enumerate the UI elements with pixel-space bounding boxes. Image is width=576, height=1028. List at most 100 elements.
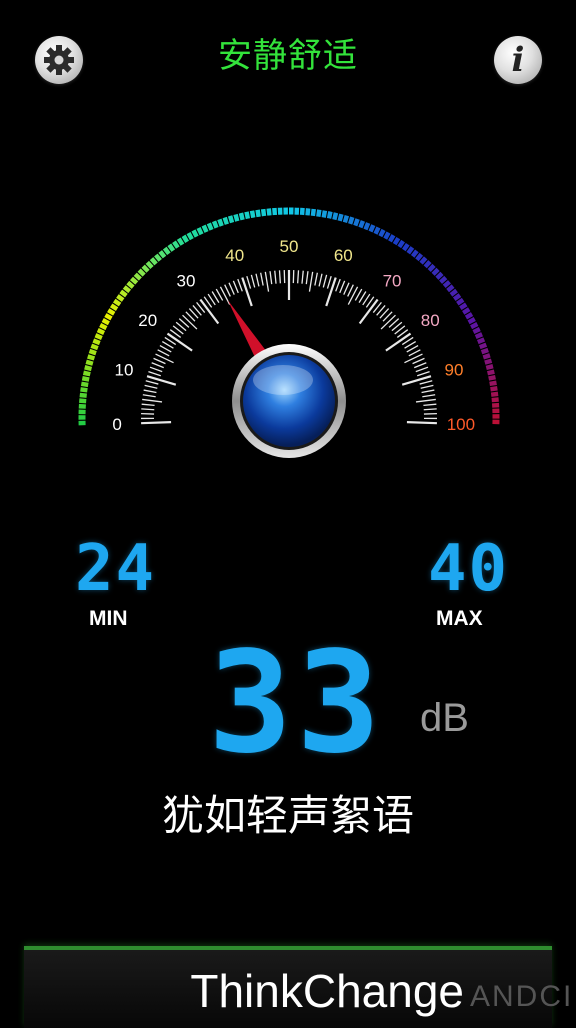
arc-segment <box>399 243 403 245</box>
arc-segment <box>438 274 441 277</box>
arc-segment <box>413 252 417 255</box>
arc-segment <box>152 260 155 263</box>
arc-segment <box>229 219 233 220</box>
arc-segment <box>129 283 132 286</box>
scale-label: 70 <box>383 271 402 290</box>
arc-segment <box>380 232 384 234</box>
header: 安静舒适 i <box>0 0 576 120</box>
minor-tick <box>145 385 158 388</box>
noise-description: 犹如轻声絮语 <box>0 782 576 843</box>
minor-tick <box>423 404 436 405</box>
arc-segment <box>113 305 115 309</box>
arc-segment <box>198 230 202 232</box>
arc-segment <box>161 253 165 256</box>
minor-tick <box>144 390 157 392</box>
minor-tick <box>413 358 425 363</box>
minor-tick <box>409 350 421 356</box>
minor-tick <box>225 285 231 297</box>
arc-segment <box>317 213 321 214</box>
arc-segment <box>426 263 429 266</box>
minor-tick <box>424 409 437 410</box>
scale-label: 50 <box>280 237 299 256</box>
scale-label: 100 <box>447 415 475 434</box>
minor-tick <box>142 404 155 405</box>
arc-segment <box>395 240 399 242</box>
minor-tick <box>416 367 428 371</box>
minor-tick <box>421 385 434 388</box>
arc-segment <box>459 300 462 304</box>
arc-segment <box>442 278 445 281</box>
arc-segment <box>250 214 254 215</box>
minor-tick <box>238 279 242 291</box>
minor-tick <box>348 287 357 305</box>
arc-segment <box>144 267 147 270</box>
arc-segment <box>116 301 118 305</box>
arc-segment <box>322 214 326 215</box>
arc-segment <box>148 263 151 266</box>
arc-segment <box>165 250 169 253</box>
max-label: MAX <box>436 607 483 631</box>
gauge-hub <box>232 344 346 458</box>
arc-segment <box>492 376 493 380</box>
major-tick <box>147 376 176 384</box>
minor-tick <box>381 315 395 329</box>
arc-segment <box>193 233 197 235</box>
brand-logo: ThinkChange <box>24 964 464 1018</box>
current-decibel-value: 33 <box>208 622 385 785</box>
scale-label: 30 <box>177 271 196 290</box>
arc-segment <box>90 355 91 359</box>
arc-segment <box>122 292 125 296</box>
arc-segment <box>489 365 490 369</box>
minor-tick <box>143 395 156 397</box>
arc-segment <box>480 339 482 343</box>
arc-segment <box>88 366 89 370</box>
minor-tick <box>414 363 426 368</box>
minor-tick <box>348 285 354 297</box>
major-tick <box>402 376 431 384</box>
arc-segment <box>183 238 187 240</box>
minor-tick <box>265 272 268 292</box>
minor-tick <box>261 273 263 286</box>
arc-segment <box>156 256 159 259</box>
arc-segment <box>465 309 467 313</box>
minor-tick <box>420 381 433 384</box>
arc-segment <box>338 217 342 218</box>
minor-tick <box>422 390 435 392</box>
arc-segment <box>365 225 369 227</box>
arc-segment <box>218 222 222 223</box>
arc-segment <box>349 220 353 221</box>
info-button[interactable]: i <box>494 36 542 84</box>
scale-label: 10 <box>115 360 134 379</box>
arc-segment <box>94 345 96 349</box>
minor-tick <box>154 358 166 363</box>
arc-segment <box>417 256 420 259</box>
arc-segment <box>174 243 178 245</box>
arc-segment <box>404 246 408 249</box>
arc-segment <box>445 282 448 285</box>
minor-tick <box>319 274 322 287</box>
minor-tick <box>302 271 303 284</box>
arc-segment <box>140 271 143 274</box>
arc-segment <box>188 235 192 237</box>
minor-tick <box>146 381 159 384</box>
minor-tick <box>344 283 349 295</box>
arc-segment <box>354 222 358 223</box>
minor-tick <box>275 271 276 284</box>
arc-segment <box>203 228 207 230</box>
arc-segment <box>471 319 473 323</box>
minor-tick <box>183 315 197 329</box>
arc-segment <box>478 334 480 338</box>
arc-segment <box>476 329 478 333</box>
arc-segment <box>100 330 102 334</box>
min-value: 24 <box>75 532 156 606</box>
minor-tick <box>416 399 436 402</box>
arc-segment <box>98 335 100 339</box>
arc-segment <box>136 275 139 278</box>
scale-label: 80 <box>421 311 440 330</box>
minor-tick <box>336 279 340 291</box>
scale-label: 0 <box>112 415 121 434</box>
minor-tick <box>256 274 259 287</box>
minor-tick <box>404 354 422 363</box>
arc-segment <box>473 324 475 328</box>
decibel-gauge: 0102030405060708090100 <box>0 140 576 480</box>
